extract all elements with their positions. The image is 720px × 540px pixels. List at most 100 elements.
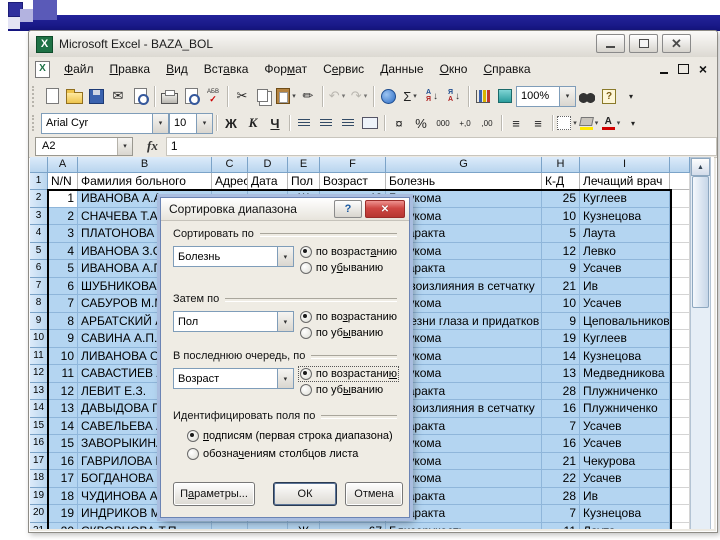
dialog-close-button[interactable]: ✕: [365, 200, 405, 218]
row-header-9[interactable]: 9: [30, 312, 48, 330]
column-header-spare[interactable]: [670, 157, 690, 173]
cell-J12[interactable]: [670, 365, 690, 383]
toolbar-grip[interactable]: [32, 114, 37, 132]
sort-ascending-button[interactable]: А Я ↓: [421, 86, 443, 106]
print-button[interactable]: [158, 86, 180, 106]
cell-J11[interactable]: [670, 347, 690, 365]
cell-J10[interactable]: [670, 330, 690, 348]
toolbar-grip[interactable]: [32, 85, 37, 107]
cell-H21[interactable]: 11: [542, 522, 580, 529]
menu-file[interactable]: Файл: [56, 59, 102, 79]
cell-A4[interactable]: 3: [48, 225, 78, 243]
cell-A19[interactable]: 18: [48, 487, 78, 505]
workbook-minimize-icon[interactable]: [659, 72, 668, 74]
cell-E1[interactable]: Пол: [288, 173, 320, 190]
underline-button[interactable]: Ч: [264, 113, 286, 133]
cell-H1[interactable]: К-Д: [542, 173, 580, 190]
then-by-descending-radio[interactable]: по убыванию: [299, 327, 397, 339]
workbook-close-icon[interactable]: ×: [699, 62, 707, 76]
autosum-button[interactable]: Σ ▾: [399, 86, 421, 106]
print-preview-button[interactable]: [180, 86, 202, 106]
dialog-help-button[interactable]: ?: [334, 200, 362, 218]
decrease-indent-button[interactable]: ≡: [505, 113, 527, 133]
help-button[interactable]: ?: [598, 86, 620, 106]
cell-J18[interactable]: [670, 470, 690, 488]
cell-J3[interactable]: [670, 207, 690, 225]
ok-button[interactable]: ОК: [273, 482, 337, 506]
cell-A15[interactable]: 14: [48, 417, 78, 435]
sort-by-descending-radio[interactable]: по убыванию: [299, 262, 397, 274]
cell-A14[interactable]: 13: [48, 400, 78, 418]
align-left-button[interactable]: [293, 113, 315, 133]
cell-I3[interactable]: Кузнецова: [580, 207, 670, 225]
cell-H4[interactable]: 5: [542, 225, 580, 243]
cancel-button[interactable]: Отмена: [345, 482, 403, 506]
cell-J17[interactable]: [670, 452, 690, 470]
column-header-E[interactable]: E: [288, 157, 320, 173]
cell-A10[interactable]: 9: [48, 330, 78, 348]
last-by-descending-radio[interactable]: по убыванию: [299, 384, 397, 396]
cell-H6[interactable]: 9: [542, 260, 580, 278]
row-header-6[interactable]: 6: [30, 260, 48, 278]
toolbar-options-button[interactable]: ▾: [620, 86, 642, 106]
vertical-scrollbar[interactable]: ▲: [690, 157, 711, 529]
row-header-20[interactable]: 20: [30, 505, 48, 523]
cell-A8[interactable]: 7: [48, 295, 78, 313]
column-header-D[interactable]: D: [248, 157, 288, 173]
font-color-button[interactable]: A ▾: [600, 113, 622, 133]
menu-view[interactable]: Вид: [158, 59, 196, 79]
cell-J20[interactable]: [670, 505, 690, 523]
cell-G21[interactable]: Близорукость: [386, 522, 542, 529]
menu-data[interactable]: Данные: [372, 59, 431, 79]
cell-H12[interactable]: 13: [542, 365, 580, 383]
insert-hyperlink-button[interactable]: [377, 86, 399, 106]
spelling-button[interactable]: [202, 86, 224, 106]
cell-J8[interactable]: [670, 295, 690, 313]
row-header-4[interactable]: 4: [30, 225, 48, 243]
minimize-button[interactable]: [596, 34, 625, 53]
column-header-A[interactable]: A: [48, 157, 78, 173]
cell-A20[interactable]: 19: [48, 505, 78, 523]
chevron-down-icon[interactable]: ▾: [276, 369, 293, 388]
cell-B1[interactable]: Фамилия больного: [78, 173, 212, 190]
row-header-17[interactable]: 17: [30, 452, 48, 470]
row-header-2[interactable]: 2: [30, 190, 48, 208]
cell-I8[interactable]: Усачев: [580, 295, 670, 313]
cell-B21[interactable]: СКВОРЦОВА Т.П: [78, 522, 212, 529]
cell-I4[interactable]: Лаута: [580, 225, 670, 243]
workbook-restore-icon[interactable]: [677, 64, 689, 74]
comma-style-button[interactable]: 000: [432, 113, 454, 133]
row-header-5[interactable]: 5: [30, 242, 48, 260]
cell-I5[interactable]: Левко: [580, 242, 670, 260]
cell-J21[interactable]: [670, 522, 690, 529]
cell-H18[interactable]: 22: [542, 470, 580, 488]
cell-A7[interactable]: 6: [48, 277, 78, 295]
cell-I1[interactable]: Лечащий врач: [580, 173, 670, 190]
column-header-C[interactable]: C: [212, 157, 248, 173]
menu-help[interactable]: Справка: [475, 59, 538, 79]
cell-J7[interactable]: [670, 277, 690, 295]
cell-H7[interactable]: 21: [542, 277, 580, 295]
row-header-19[interactable]: 19: [30, 487, 48, 505]
cell-I16[interactable]: Усачев: [580, 435, 670, 453]
cell-A21[interactable]: 20: [48, 522, 78, 529]
cell-A12[interactable]: 11: [48, 365, 78, 383]
row-header-21[interactable]: 21: [30, 522, 48, 529]
cell-I7[interactable]: Ив: [580, 277, 670, 295]
row-header-12[interactable]: 12: [30, 365, 48, 383]
identify-by-labels-radio[interactable]: подписям (первая строка диапазона): [187, 430, 397, 442]
cell-H3[interactable]: 10: [542, 207, 580, 225]
cell-A13[interactable]: 12: [48, 382, 78, 400]
restore-button[interactable]: [629, 34, 658, 53]
cell-A11[interactable]: 10: [48, 347, 78, 365]
cell-I2[interactable]: Куглеев: [580, 190, 670, 208]
scrollbar-thumb[interactable]: [692, 176, 709, 308]
row-header-14[interactable]: 14: [30, 400, 48, 418]
sort-by-ascending-radio[interactable]: по возрастанию: [299, 246, 397, 258]
merge-and-center-button[interactable]: [359, 113, 381, 133]
row-header-3[interactable]: 3: [30, 207, 48, 225]
cell-H2[interactable]: 25: [542, 190, 580, 208]
font-size-combo[interactable]: 10 ▾: [169, 112, 213, 134]
cell-A9[interactable]: 8: [48, 312, 78, 330]
cell-H16[interactable]: 16: [542, 435, 580, 453]
